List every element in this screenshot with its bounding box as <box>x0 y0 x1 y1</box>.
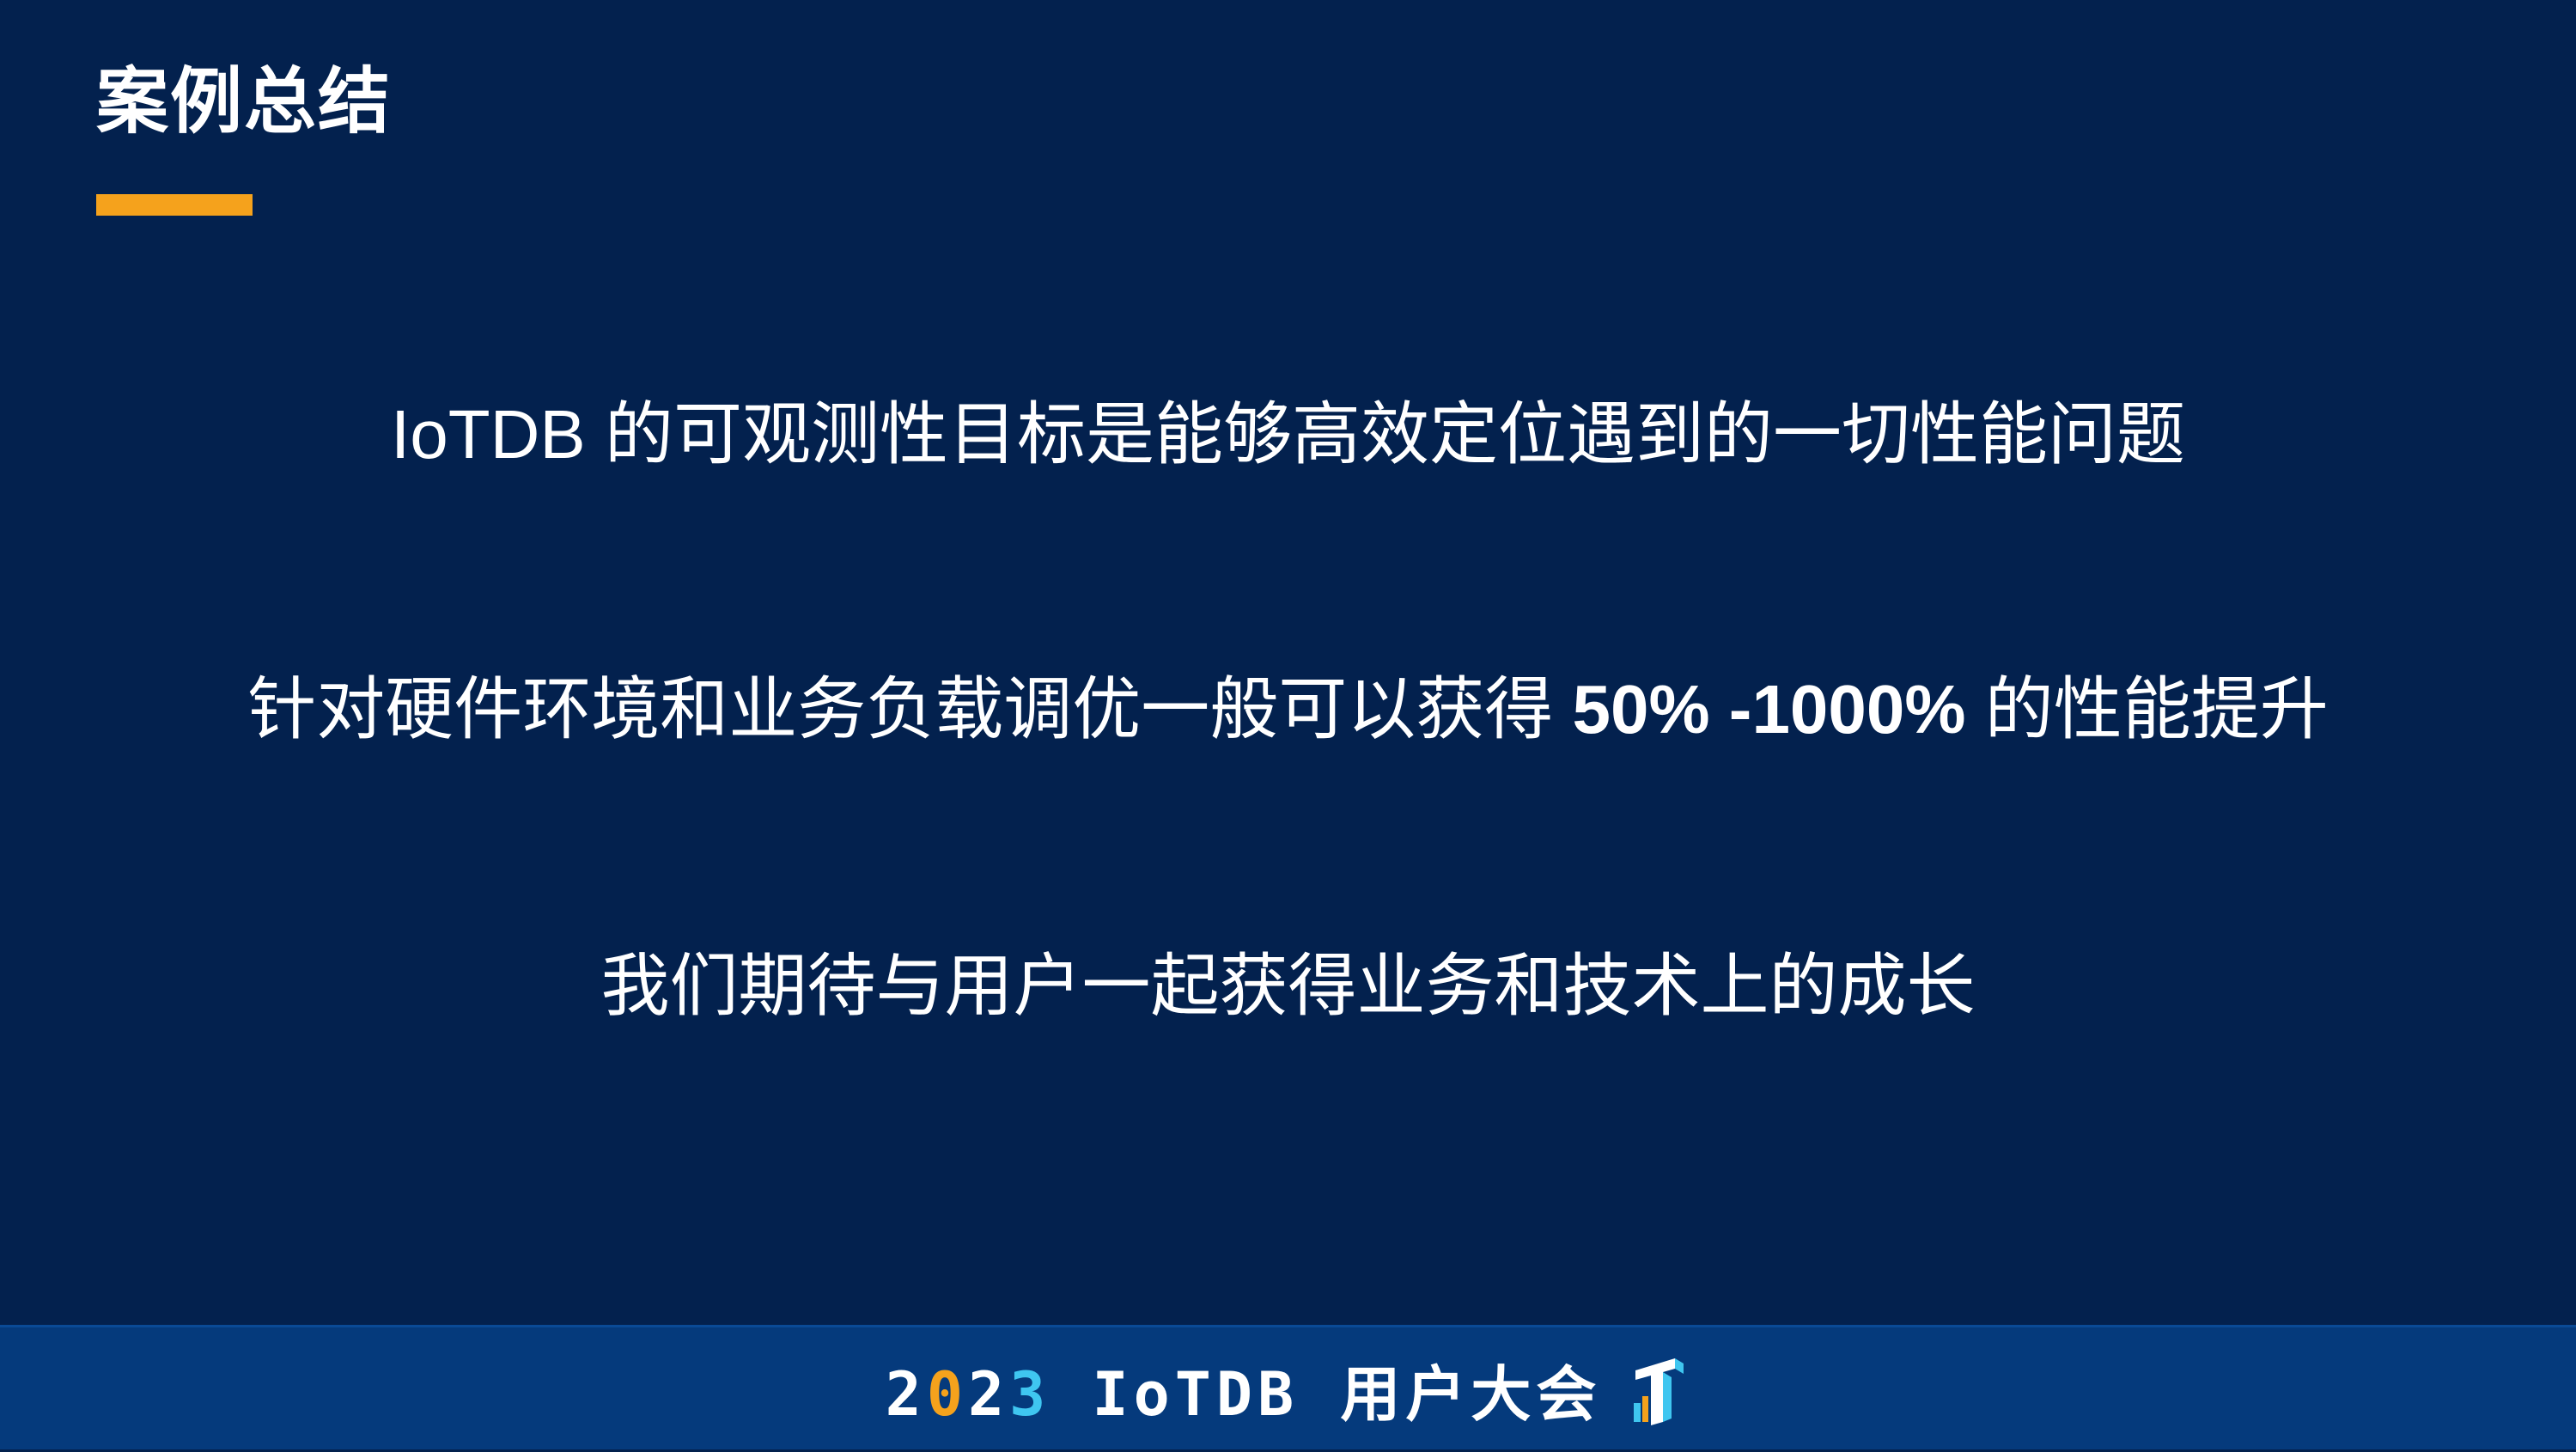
footer-event-title: 2023 IoTDB 用户大会 <box>886 1346 1602 1433</box>
year-digit-3: 2 <box>967 1359 1010 1430</box>
summary-line-2-suffix: 的性能提升 <box>1965 671 2329 747</box>
footer-banner: 2023 IoTDB 用户大会 <box>0 1325 2576 1449</box>
year-digit-2: 0 <box>926 1359 968 1430</box>
title-underline-accent <box>96 194 253 216</box>
summary-line-2-prefix: 针对硬件环境和业务负载调优一般可以获得 <box>247 671 1573 747</box>
summary-line-2: 针对硬件环境和业务负载调优一般可以获得 50% -1000% 的性能提升 <box>0 675 2576 744</box>
year-digit-4: 3 <box>1009 1359 1051 1430</box>
summary-line-3: 我们期待与用户一起获得业务和技术上的成长 <box>600 948 1976 1024</box>
year-digit-1: 2 <box>885 1359 927 1430</box>
summary-line-1: IoTDB 的可观测性目标是能够高效定位遇到的一切性能问题 <box>391 396 2185 473</box>
performance-range-highlight: 50% -1000% <box>1572 671 1966 747</box>
event-name: IoTDB 用户大会 <box>1092 1359 1602 1430</box>
slide-content: 案例总结 IoTDB 的可观测性目标是能够高效定位遇到的一切性能问题 针对硬件环… <box>0 0 2576 1325</box>
iotdb-logo-icon <box>1634 1357 1684 1425</box>
slide-title: 案例总结 <box>96 61 393 142</box>
